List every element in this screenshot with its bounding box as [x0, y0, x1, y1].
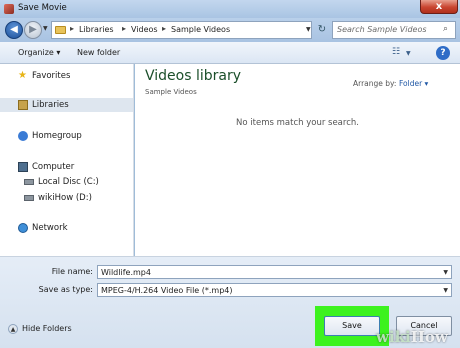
back-button[interactable]: ◀	[5, 21, 23, 39]
close-button[interactable]: x	[420, 0, 458, 14]
nav-item-local-disc[interactable]: Local Disc (C:)	[0, 175, 133, 189]
nav-item-label: Computer	[32, 162, 75, 172]
save-as-type-value: MPEG-4/H.264 Video File (*.mp4)	[101, 286, 233, 295]
network-icon	[18, 223, 28, 233]
nav-item-label: Network	[32, 223, 68, 233]
search-icon[interactable]: ⌕	[443, 24, 448, 34]
file-list-pane[interactable]: Videos library Sample Videos Arrange by:…	[135, 64, 460, 256]
nav-item-network[interactable]: Network	[0, 221, 133, 235]
organize-button[interactable]: Organize ▾	[18, 48, 60, 57]
nav-item-homegroup[interactable]: Homegroup	[0, 129, 133, 143]
view-options-icon[interactable]: ☷	[392, 47, 400, 57]
address-dropdown-icon[interactable]: ▼	[306, 26, 311, 33]
breadcrumb-separator[interactable]: ▸	[122, 24, 126, 33]
save-as-type-select[interactable]: MPEG-4/H.264 Video File (*.mp4) ▼	[97, 283, 452, 297]
nav-item-libraries[interactable]: Libraries	[0, 98, 133, 112]
breadcrumb-sample-videos[interactable]: Sample Videos	[171, 25, 230, 34]
chevron-down-icon[interactable]: ▼	[443, 269, 448, 276]
address-bar[interactable]: ▸ Libraries ▸ Videos ▸ Sample Videos	[51, 21, 312, 39]
watermark-part2: How	[410, 328, 448, 346]
back-arrow-icon: ◀	[10, 24, 18, 35]
folder-icon	[55, 26, 66, 34]
hide-folders-label: Hide Folders	[22, 324, 72, 333]
nav-item-label: Local Disc (C:)	[38, 177, 99, 187]
nav-item-computer[interactable]: Computer	[0, 160, 133, 174]
breadcrumb-separator[interactable]: ▸	[162, 24, 166, 33]
search-placeholder: Search Sample Videos	[337, 25, 427, 34]
nav-item-label: Libraries	[32, 100, 69, 110]
nav-item-wikihow-drive[interactable]: wikiHow (D:)	[0, 191, 133, 205]
refresh-icon[interactable]: ↻	[315, 23, 329, 37]
address-row: ◀ ▶ ▼ ▸ Libraries ▸ Videos ▸ Sample Vide…	[0, 18, 460, 42]
empty-message: No items match your search.	[236, 118, 359, 128]
new-folder-button[interactable]: New folder	[77, 48, 120, 57]
watermark-part1: wiki	[376, 328, 411, 346]
nav-item-favorites[interactable]: ★ Favorites	[0, 69, 133, 83]
search-input[interactable]: Search Sample Videos ⌕	[332, 21, 456, 39]
star-icon: ★	[18, 70, 27, 81]
nav-item-label: Favorites	[32, 71, 71, 81]
breadcrumb-libraries[interactable]: Libraries	[79, 25, 114, 34]
forward-button[interactable]: ▶	[24, 21, 42, 39]
homegroup-icon	[18, 131, 28, 141]
recent-pages-dropdown-icon[interactable]: ▼	[43, 25, 48, 32]
file-name-field[interactable]: Wildlife.mp4 ▼	[97, 265, 452, 279]
drive-icon	[24, 195, 34, 201]
forward-arrow-icon: ▶	[29, 24, 37, 35]
save-form: File name: Wildlife.mp4 ▼ Save as type: …	[0, 256, 460, 348]
chevron-down-icon[interactable]: ▼	[406, 50, 411, 57]
library-title: Videos library	[145, 68, 242, 84]
nav-item-label: Homegroup	[32, 131, 82, 141]
help-button[interactable]: ?	[436, 46, 450, 60]
command-toolbar: Organize ▾ New folder ☷ ▼ ?	[0, 42, 460, 64]
file-name-label: File name:	[51, 267, 93, 276]
arrange-by-label: Arrange by:	[353, 79, 397, 88]
save-button[interactable]: Save	[324, 316, 380, 336]
arrange-by-dropdown[interactable]: Folder ▾	[399, 79, 428, 88]
nav-item-label: wikiHow (D:)	[38, 193, 92, 203]
app-icon	[4, 4, 14, 14]
library-icon	[18, 100, 28, 110]
file-name-value: Wildlife.mp4	[101, 268, 151, 277]
title-bar: Save Movie x	[0, 0, 460, 18]
wikihow-watermark: wikiHow	[376, 328, 448, 346]
breadcrumb-separator[interactable]: ▸	[70, 24, 74, 33]
chevron-down-icon[interactable]: ▼	[443, 287, 448, 294]
breadcrumb-videos[interactable]: Videos	[131, 25, 158, 34]
window-title: Save Movie	[18, 3, 67, 13]
library-subtitle: Sample Videos	[145, 88, 197, 96]
computer-icon	[18, 162, 28, 172]
drive-icon	[24, 179, 34, 185]
save-as-type-label: Save as type:	[38, 285, 93, 294]
navigation-pane: ★ Favorites Libraries Homegroup Computer…	[0, 64, 134, 256]
chevron-up-icon: ▲	[8, 324, 18, 334]
